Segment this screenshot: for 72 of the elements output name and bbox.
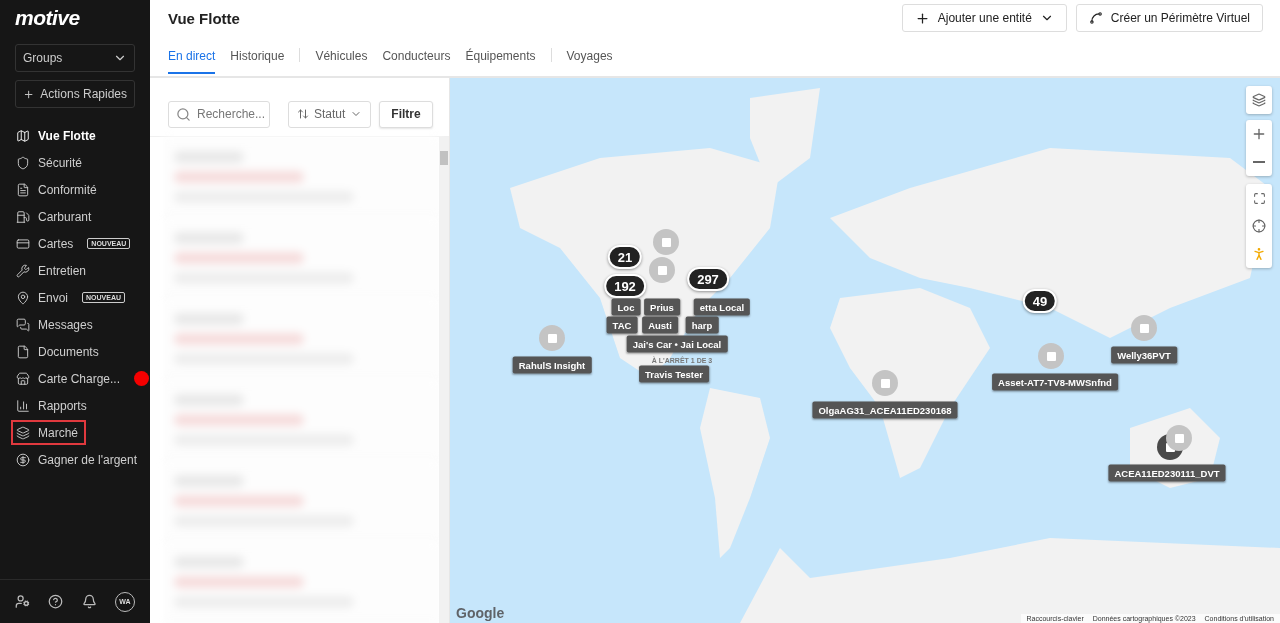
fuel-pump-icon — [16, 209, 30, 224]
chat-icon — [16, 317, 30, 332]
groups-select[interactable]: Groups — [15, 44, 135, 72]
bell-icon[interactable] — [81, 594, 97, 609]
plus-icon — [914, 10, 930, 26]
brand-logo: motive — [14, 8, 81, 30]
sidebar-item[interactable]: Carte Charge... — [11, 366, 129, 391]
status-sort-button[interactable]: Statut — [288, 100, 372, 128]
vehicle-label[interactable]: Loc — [611, 298, 641, 316]
search-field[interactable]: Recherche... — [168, 100, 270, 128]
vehicle-label[interactable]: Jai's Car • Jai Local — [626, 335, 728, 353]
map-provider-logo: Google — [456, 605, 505, 621]
tab[interactable]: Équipements — [465, 49, 536, 74]
sidebar-item[interactable]: Cartes — [11, 231, 82, 256]
crosshair-icon — [1252, 219, 1266, 233]
create-geofence-button[interactable]: Créer un Périmètre Virtuel — [1075, 4, 1263, 32]
vehicle-marker-icon[interactable] — [1131, 315, 1157, 341]
vehicle-label[interactable]: Welly36PVT — [1111, 346, 1177, 364]
vehicle-label[interactable]: ACEA11ED230111_DVT — [1108, 464, 1226, 482]
curve-icon — [1088, 11, 1103, 25]
sidebar-item[interactable]: Sécurité — [11, 150, 91, 175]
sidebar-item[interactable]: Envoi — [11, 285, 77, 310]
sidebar-item[interactable]: Entretien — [11, 258, 95, 283]
vehicle-label[interactable]: Travis Tester — [639, 365, 709, 383]
bar-chart-icon — [16, 398, 30, 413]
file-icon — [16, 344, 30, 359]
vehicle-label[interactable]: Asset-AT7-TV8-MWSnfnd — [992, 373, 1118, 391]
vehicle-label[interactable]: TAC — [606, 316, 638, 334]
vehicle-label[interactable]: Prius — [644, 298, 680, 316]
tab[interactable]: Véhicules — [315, 49, 368, 74]
sidebar-item[interactable]: Rapports — [11, 393, 95, 418]
sort-arrows-icon — [297, 108, 309, 120]
minus-icon — [1253, 161, 1265, 163]
vehicle-label[interactable]: Austi — [642, 316, 678, 334]
wrench-icon — [16, 263, 30, 278]
filter-button[interactable]: Filtre — [379, 100, 433, 128]
tab[interactable]: Historique — [230, 49, 285, 74]
document-icon — [16, 182, 30, 197]
sidebar-item[interactable]: Marché — [11, 420, 86, 445]
vehicle-label[interactable]: OlgaAG31_ACEA11ED230168 — [812, 401, 958, 419]
vehicle-marker-icon[interactable] — [1038, 343, 1064, 369]
tab[interactable]: Voyages — [566, 49, 613, 74]
scrollbar[interactable] — [439, 137, 449, 623]
vehicle-label[interactable]: RahulS Insight — [512, 356, 592, 374]
plus-icon — [1251, 126, 1267, 142]
cluster-marker[interactable]: 192 — [604, 274, 646, 298]
person-icon — [1251, 246, 1267, 262]
cluster-marker[interactable]: 297 — [687, 267, 729, 291]
page-title: Vue Flotte — [168, 10, 240, 27]
sidebar-item[interactable]: Carburant — [11, 204, 100, 229]
sidebar-item[interactable]: Documents — [11, 339, 107, 364]
layers-icon — [1252, 93, 1266, 107]
quick-actions-button[interactable]: Actions Rapides — [15, 80, 135, 108]
sidebar-item[interactable]: Gagner de l'argent — [11, 447, 146, 472]
sidebar-item[interactable]: Messages — [11, 312, 101, 337]
tab[interactable]: En direct — [168, 49, 216, 74]
sidebar-item[interactable]: Vue Flotte — [11, 123, 104, 148]
user-settings-icon[interactable] — [15, 594, 31, 609]
vehicle-label[interactable]: etta Local — [693, 298, 751, 316]
dollar-coin-icon — [16, 452, 30, 467]
map-pin-icon — [16, 290, 30, 305]
fullscreen-icon — [1252, 191, 1266, 205]
search-icon — [176, 106, 191, 122]
help-icon[interactable] — [48, 594, 64, 609]
add-entity-button[interactable]: Ajouter une entité — [901, 4, 1067, 32]
map-icon — [16, 128, 30, 143]
vehicle-marker-icon[interactable] — [539, 325, 565, 351]
layers-icon — [16, 425, 30, 440]
sidebar-item[interactable]: Conformité — [11, 177, 105, 202]
vehicle-label[interactable]: harp — [685, 316, 719, 334]
tab[interactable]: Conducteurs — [382, 49, 451, 74]
shield-icon — [16, 155, 30, 170]
